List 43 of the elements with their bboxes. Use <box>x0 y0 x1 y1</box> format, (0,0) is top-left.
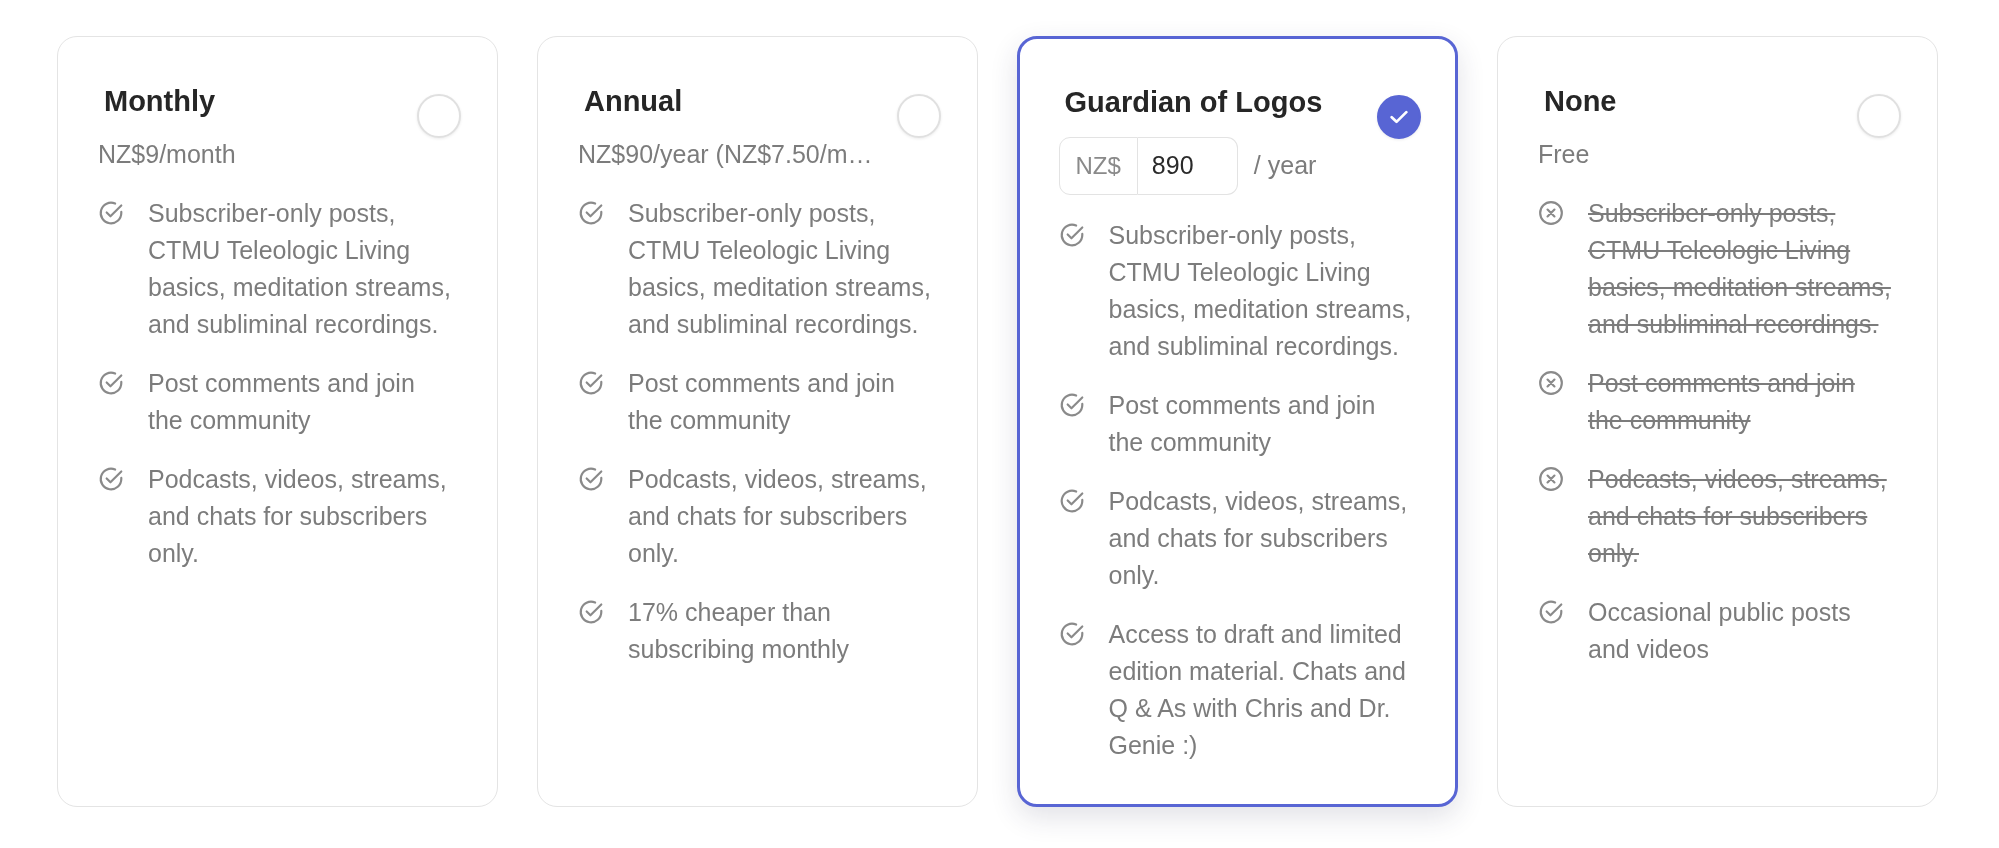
check-circle-icon <box>578 370 604 396</box>
plan-price: Free <box>1538 139 1590 170</box>
feature-text: Subscriber-only posts, CTMU Teleologic Living basics, meditation streams, and subliminal recordings. <box>148 198 452 340</box>
plan-name: Annual <box>584 84 683 118</box>
feature-text: Access to draft and limited edition material. Chats and Q & As with Chris and Dr. Genie :) <box>1108 618 1407 761</box>
check-circle-icon <box>1058 620 1085 647</box>
cross-circle-icon <box>1538 370 1564 396</box>
feature-text: Podcasts, videos, streams, and chats for subscribers only. <box>1108 485 1409 591</box>
cross-circle-icon <box>1538 466 1564 492</box>
plan-name: Monthly <box>104 84 216 118</box>
check-circle-icon <box>1058 487 1085 514</box>
feature-text: 17% cheaper than subscribing monthly <box>628 597 850 665</box>
feature-text: Subscriber-only posts, CTMU Teleologic Living basics, meditation streams, and subliminal recordings. <box>1588 198 1892 340</box>
feature-text: Post comments and join the community <box>148 368 416 436</box>
cross-circle-icon <box>1538 200 1564 226</box>
feature-text: Occasional public posts and videos <box>1588 597 1852 665</box>
feature-text: Post comments and join the community <box>1108 389 1377 458</box>
check-circle-icon <box>578 599 604 625</box>
feature-text: Post comments and join the community <box>1588 368 1856 436</box>
feature-text: Podcasts, videos, streams, and chats for subscribers only. <box>148 464 448 569</box>
plan-name: None <box>1544 84 1617 118</box>
feature-text: Subscriber-only posts, CTMU Teleologic Living basics, meditation streams, and subliminal recordings. <box>628 198 932 340</box>
feature-text: Podcasts, videos, streams, and chats for subscribers only. <box>1588 464 1888 569</box>
check-circle-icon <box>578 200 604 226</box>
feature-text: Podcasts, videos, streams, and chats for subscribers only. <box>628 464 928 569</box>
price-input[interactable]: 890 <box>1137 136 1238 195</box>
plan-price: NZ$9/month <box>98 139 236 170</box>
plan-card[interactable] <box>1017 36 1458 807</box>
currency-prefix: NZ$ <box>1058 136 1138 195</box>
feature-text: Subscriber-only posts, CTMU Teleologic Living basics, meditation streams, and subliminal recordings. <box>1108 219 1413 362</box>
feature-text: Post comments and join the community <box>628 368 896 436</box>
radio-button[interactable] <box>1376 94 1421 139</box>
check-circle-icon <box>1058 221 1085 248</box>
check-circle-icon <box>98 200 124 226</box>
check-circle-icon <box>1058 391 1085 418</box>
price-period: / year <box>1253 151 1317 180</box>
check-circle-icon <box>98 466 124 492</box>
check-icon <box>1389 109 1408 124</box>
check-circle-icon <box>1538 599 1564 625</box>
plan-name: Guardian of Logos <box>1064 84 1323 119</box>
check-circle-icon <box>578 466 604 492</box>
check-circle-icon <box>98 370 124 396</box>
plan-price: NZ$90/year (NZ$7.50/m… <box>578 139 873 170</box>
